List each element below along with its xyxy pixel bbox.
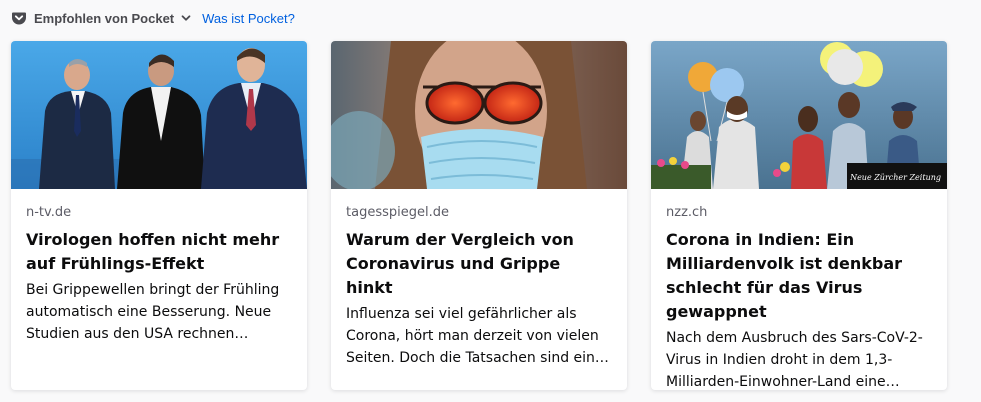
story-card[interactable]: n-tv.de Virologen hoffen nicht mehr auf … <box>11 41 307 390</box>
story-source: n-tv.de <box>26 205 72 220</box>
story-source: tagesspiegel.de <box>346 205 449 220</box>
story-image <box>11 41 307 189</box>
story-card[interactable]: tagesspiegel.de Warum der Vergleich von … <box>331 41 627 390</box>
story-image: Neue Zürcher Zeitung <box>651 41 947 189</box>
pocket-section-header: Empfohlen von Pocket Was ist Pocket? <box>11 8 295 28</box>
section-title[interactable]: Empfohlen von Pocket <box>34 11 174 26</box>
story-excerpt: Nach dem Ausbruch des Sars-CoV-2-Virus i… <box>666 330 923 390</box>
story-title[interactable]: Warum der Vergleich von Coronavirus und … <box>346 228 612 300</box>
story-title[interactable]: Virologen hoffen nicht mehr auf Frühling… <box>26 228 292 276</box>
pocket-icon <box>11 10 27 26</box>
chevron-down-icon[interactable] <box>180 12 192 24</box>
story-title[interactable]: Corona in Indien: Ein Milliardenvolk ist… <box>666 228 932 324</box>
what-is-pocket-link[interactable]: Was ist Pocket? <box>202 11 295 26</box>
story-source: nzz.ch <box>666 205 708 220</box>
story-excerpt: Bei Grippewellen bringt der Frühling aut… <box>26 282 280 342</box>
story-card[interactable]: Neue Zürcher Zeitung nzz.ch Corona in In… <box>651 41 947 390</box>
story-image <box>331 41 627 189</box>
story-excerpt: Influenza sei viel gefährlicher als Coro… <box>346 306 609 366</box>
pocket-stories: n-tv.de Virologen hoffen nicht mehr auf … <box>11 41 947 390</box>
newspaper-watermark: Neue Zürcher Zeitung <box>850 173 941 182</box>
